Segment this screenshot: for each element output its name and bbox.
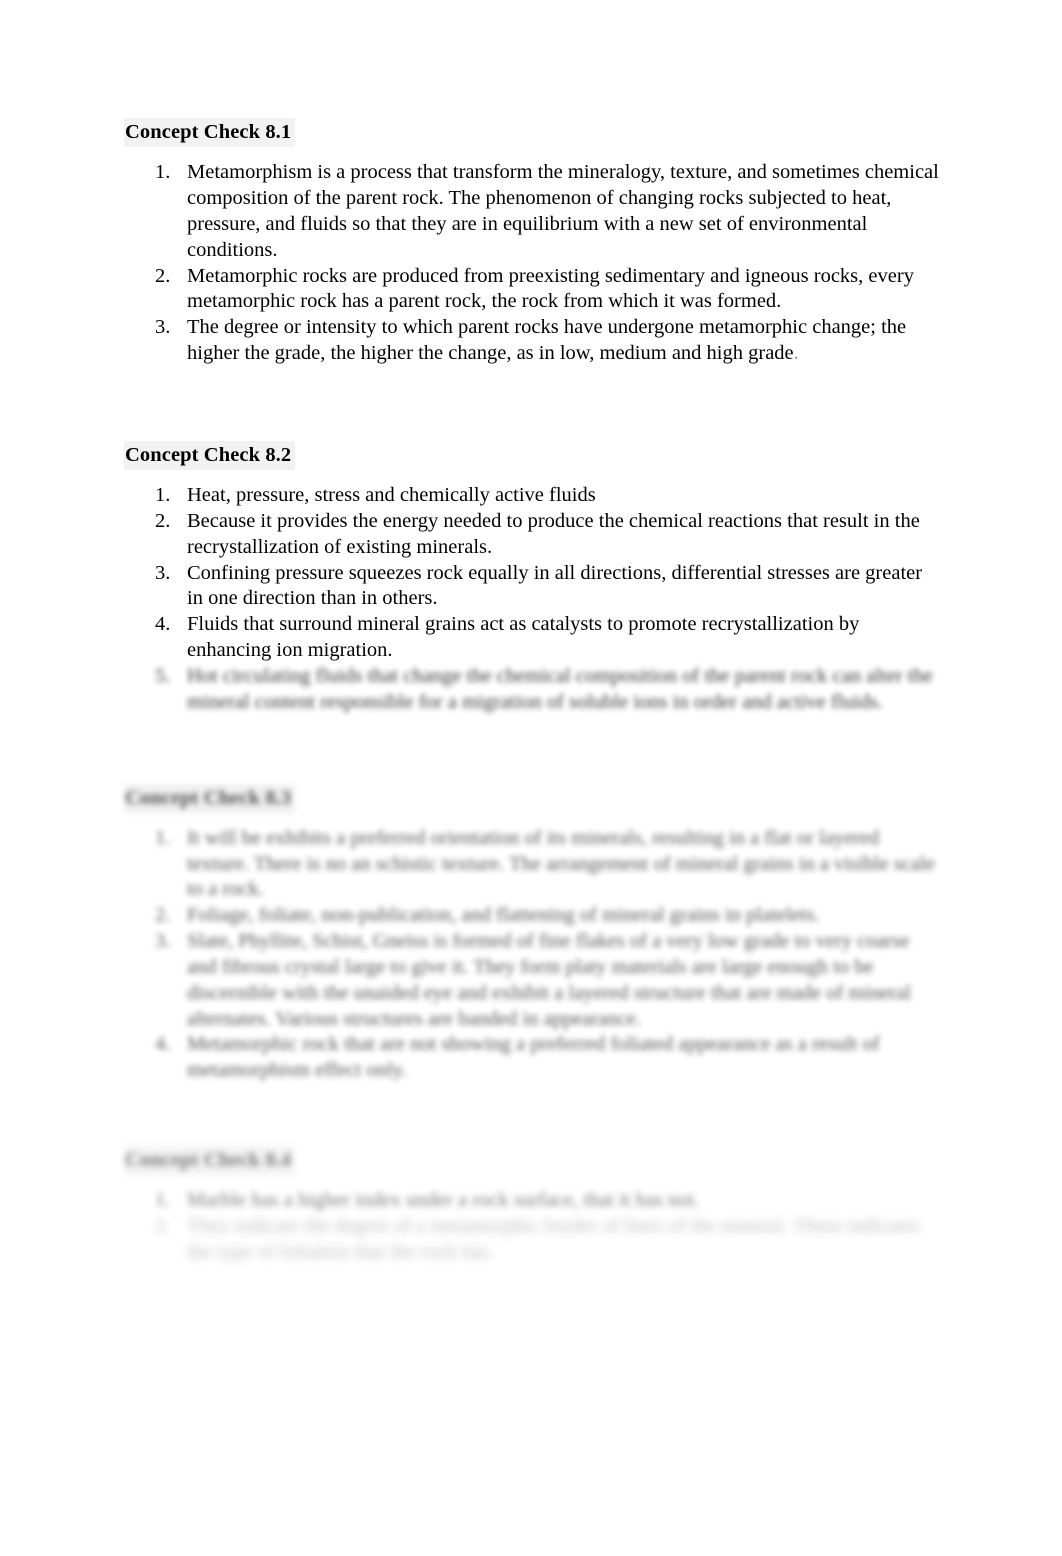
list-item: 1. Heat, pressure, stress and chemically… [124, 483, 940, 509]
list-item-number: 5. [155, 664, 171, 687]
list-item: 4. Fluids that surround mineral grains a… [124, 612, 940, 664]
list-item-text: Fluids that surround mineral grains act … [187, 613, 860, 662]
list-item-blurred: 2. They indicate the degree of a metamor… [124, 1214, 940, 1266]
list-item-text: Marble has a higher index under a rock s… [187, 1189, 700, 1212]
document-page: Concept Check 8.1 1. Metamorphism is a p… [0, 0, 1062, 1556]
list-item-text: They indicate the degree of a metamorphi… [187, 1215, 921, 1263]
document-content: Concept Check 8.1 1. Metamorphism is a p… [124, 118, 940, 1266]
section-concept-check-8-3: Concept Check 8.3 1. It will be exhibits… [124, 783, 940, 1085]
section-heading-8-4: Concept Check 8.4 [124, 1146, 296, 1176]
list-8-2: 1. Heat, pressure, stress and chemically… [124, 483, 940, 715]
heading-wrap-8-4: Concept Check 8.4 [124, 1146, 940, 1176]
list-item-text: Metamorphic rocks are produced from pree… [187, 264, 914, 313]
list-item-text: Foliage, foliate, non-publication, and f… [187, 904, 820, 927]
section-heading-8-3: Concept Check 8.3 [124, 783, 296, 813]
list-item-number: 4. [155, 1033, 171, 1056]
list-item-text: Confining pressure squeezes rock equally… [187, 561, 923, 610]
list-item-number: 4. [155, 613, 171, 636]
list-item-number: 1. [155, 826, 171, 849]
list-item-number: 2. [155, 1215, 171, 1238]
section-concept-check-8-2: Concept Check 8.2 1. Heat, pressure, str… [124, 440, 940, 716]
section-concept-check-8-4: Concept Check 8.4 1. Marble has a higher… [124, 1146, 940, 1266]
list-item-blurred: 1. It will be exhibits a preferred orien… [124, 826, 940, 903]
list-item-number: 3. [155, 930, 171, 953]
list-item-number: 1. [155, 484, 171, 507]
list-item-number: 2. [155, 904, 171, 927]
heading-wrap-8-2: Concept Check 8.2 [124, 440, 940, 471]
list-item-text: Metamorphism is a process that transform… [187, 161, 939, 261]
list-item-number: 3. [155, 316, 171, 339]
heading-wrap-8-3: Concept Check 8.3 [124, 783, 940, 813]
list-item-blurred: 4. Metamorphic rock that are not showing… [124, 1032, 940, 1084]
list-item: 2. Because it provides the energy needed… [124, 509, 940, 561]
list-item-text: Metamorphic rock that are not showing a … [187, 1033, 880, 1082]
section-concept-check-8-1: Concept Check 8.1 1. Metamorphism is a p… [124, 118, 940, 367]
list-item: 3. Confining pressure squeezes rock equa… [124, 561, 940, 613]
list-item-number: 1. [155, 1189, 171, 1212]
list-8-3: 1. It will be exhibits a preferred orien… [124, 826, 940, 1084]
section-heading-8-1: Concept Check 8.1 [124, 118, 296, 148]
section-heading-8-2: Concept Check 8.2 [124, 440, 296, 471]
list-item-blurred: 1. Marble has a higher index under a roc… [124, 1188, 940, 1214]
list-item-number: 2. [155, 264, 171, 287]
list-item-blurred: 3. Slate, Phyllite, Schist, Gneiss is fo… [124, 929, 940, 1032]
list-item-number: 2. [155, 509, 171, 532]
list-item-text: Because it provides the energy needed to… [187, 509, 920, 558]
list-item-text: Heat, pressure, stress and chemically ac… [187, 484, 596, 507]
list-item-text: Slate, Phyllite, Schist, Gneiss is forme… [187, 930, 912, 1030]
list-item-blurred: 2. Foliage, foliate, non-publication, an… [124, 903, 940, 929]
list-item-number: 3. [155, 561, 171, 584]
list-item-blurred: 5. Hot circulating fluids that change th… [124, 664, 940, 716]
list-item-text: It will be exhibits a preferred orientat… [187, 826, 935, 901]
faded-period: . [793, 342, 799, 365]
list-8-4: 1. Marble has a higher index under a roc… [124, 1188, 940, 1265]
list-8-1: 1. Metamorphism is a process that transf… [124, 160, 940, 367]
list-item-text: Hot circulating fluids that change the c… [187, 664, 933, 713]
list-item-number: 1. [155, 161, 171, 184]
heading-wrap-8-1: Concept Check 8.1 [124, 118, 940, 148]
list-item: 3. The degree or intensity to which pare… [124, 315, 940, 367]
list-item: 1. Metamorphism is a process that transf… [124, 160, 940, 263]
list-item: 2. Metamorphic rocks are produced from p… [124, 264, 940, 316]
